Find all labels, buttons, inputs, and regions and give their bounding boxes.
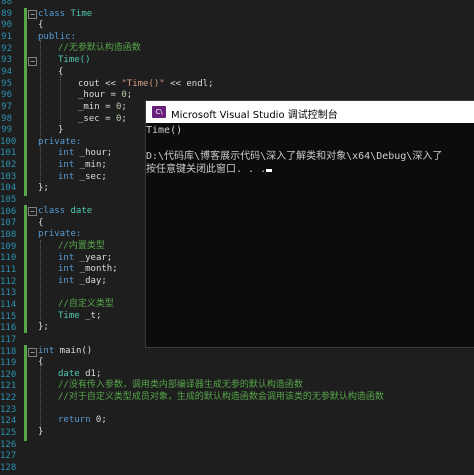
collapse-toggle-icon[interactable]: − [28,348,37,357]
console-line: Time() [146,125,183,136]
line-number: 122 [0,393,17,404]
line-number: 126 [0,439,17,450]
line-number: 124 [0,416,17,427]
code-line[interactable]: { [38,218,43,230]
line-number: 106 [0,206,17,217]
text-cursor [266,169,273,172]
code-comment[interactable]: //对于自定义类型成员对象，生成的默认构造函数会调用该类的无参默认构造函数 [58,392,384,404]
line-number: 89 [1,8,12,19]
line-number: 94 [1,66,12,77]
line-number: 100 [0,136,17,147]
indent-guide [40,365,41,433]
indent-guide [60,76,61,126]
line-number: 98 [1,113,12,124]
code-line[interactable]: { [38,20,43,32]
code-line[interactable]: Time() [58,55,91,67]
line-number: 110 [0,253,17,264]
line-number: 99 [1,125,12,136]
console-output[interactable]: Time() D:\代码库\博客展示代码\深入了解类和对象\x64\Debug\… [146,124,474,347]
code-line[interactable]: private: [38,137,81,149]
code-comment[interactable]: //自定义类型 [58,299,114,311]
line-number: 96 [1,90,12,101]
code-line[interactable]: int _month; [58,264,118,276]
line-number: 111 [0,264,17,275]
change-marker [24,205,27,333]
code-line[interactable]: _min = 0; [78,102,127,114]
line-number: 88 [1,0,12,7]
line-number: 123 [0,404,17,415]
line-number: 121 [0,381,17,392]
line-number: 108 [0,230,17,240]
visual-studio-icon: C\ [152,106,166,118]
line-number: 95 [1,78,12,89]
line-number: 114 [0,299,17,310]
line-number: 127 [0,451,17,462]
indent-guide [40,40,41,188]
line-number: 115 [0,311,17,322]
line-number: 116 [0,323,17,334]
line-number: 125 [0,428,17,439]
line-number: 104 [0,183,17,194]
line-number: 105 [0,195,17,206]
line-number: 113 [0,288,17,299]
code-line[interactable]: int _year; [58,253,112,265]
line-number: 112 [0,276,17,287]
line-number: 102 [0,160,17,171]
code-line[interactable]: cout << "Time()" << endl; [78,79,214,91]
line-number: 109 [0,241,17,252]
line-number: 92 [1,43,12,54]
collapse-toggle-icon[interactable]: − [28,207,37,216]
debug-console-window[interactable]: C\ Microsoft Visual Studio 调试控制台 Time() … [146,101,474,347]
code-line[interactable]: }; [38,183,49,195]
line-number: 93 [1,55,12,66]
code-line[interactable]: _hour = 0; [78,90,132,102]
code-line[interactable]: private: [38,229,81,241]
code-line[interactable]: } [58,125,63,137]
change-marker [24,8,27,196]
line-number: 117 [0,334,17,345]
code-line[interactable]: date d1; [58,369,101,381]
code-line[interactable]: int _sec; [58,172,107,184]
code-line[interactable]: }; [38,322,49,334]
collapse-toggle-icon[interactable]: − [28,10,37,19]
indent-guide [40,240,41,330]
code-line[interactable]: int _day; [58,276,107,288]
code-line[interactable]: class Time [38,9,92,21]
code-line[interactable]: int _hour; [58,148,112,160]
line-number: 90 [1,20,12,31]
code-line[interactable]: _sec = 0; [78,114,127,126]
collapse-toggle-icon[interactable]: − [28,57,37,66]
line-number: 119 [0,358,17,369]
console-line: D:\代码库\博客展示代码\深入了解类和对象\x64\Debug\深入了 [146,151,443,162]
line-number: 118 [0,346,17,357]
code-line[interactable]: return 0; [58,415,107,427]
change-marker [24,345,27,441]
code-line[interactable]: { [38,357,43,369]
console-line: 按任意键关闭此窗口. . . [146,164,267,175]
line-number: 91 [1,31,12,42]
line-number: 128 [0,463,17,473]
line-number: 101 [0,148,17,159]
code-line[interactable]: public: [38,32,76,44]
line-number: 107 [0,218,17,229]
code-line[interactable]: int _min; [58,160,107,172]
code-line[interactable]: class date [38,206,92,218]
console-titlebar[interactable]: C\ Microsoft Visual Studio 调试控制台 [146,101,474,123]
code-comment[interactable]: //无参默认构造函数 [58,43,141,55]
line-number: 97 [1,101,12,112]
code-line[interactable]: int main() [38,346,92,358]
code-comment[interactable]: //内置类型 [58,241,105,253]
code-line[interactable]: Time _t; [58,311,101,323]
line-number: 120 [0,369,17,380]
console-title: Microsoft Visual Studio 调试控制台 [171,110,338,121]
code-comment[interactable]: //没有传入参数，调用类内部编译器生成无参的默认构造函数 [58,380,303,392]
code-line[interactable]: } [38,427,43,439]
code-line[interactable]: { [58,67,63,79]
line-number: 103 [0,171,17,182]
